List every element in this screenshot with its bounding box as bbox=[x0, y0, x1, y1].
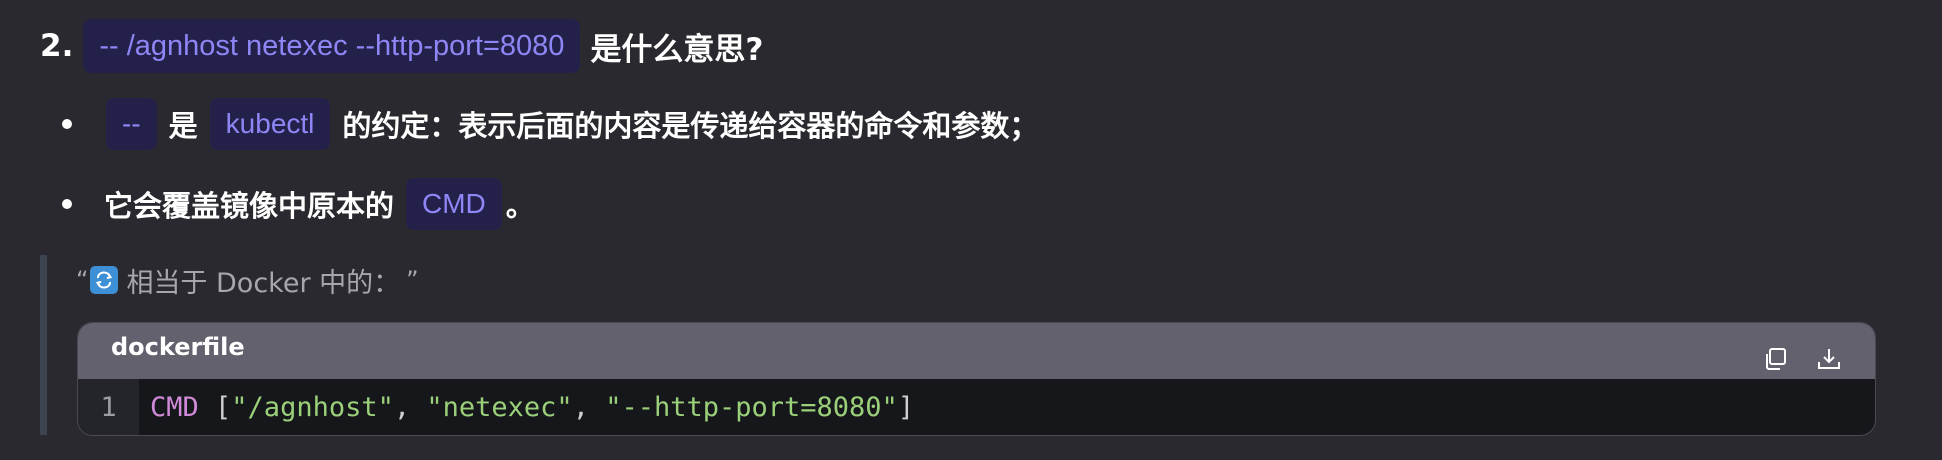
bullet-dot bbox=[62, 119, 72, 129]
code-string: "--http-port=8080" bbox=[605, 391, 898, 423]
section-heading: 2. -- /agnhost netexec --http-port=8080 … bbox=[40, 18, 763, 74]
quote-open-mark: “ bbox=[76, 266, 89, 294]
code-block: dockerfile 1 CMD ["/agnhost", "netexec",… bbox=[77, 322, 1876, 436]
code-punctuation: [ bbox=[198, 391, 232, 423]
bullet-text: 的约定：表示后面的内容是传递给容器的命令和参数； bbox=[342, 109, 1039, 143]
inline-code-cmd: CMD bbox=[406, 178, 502, 230]
bullet-dot bbox=[62, 199, 72, 209]
list-item: -- 是 kubectl 的约定：表示后面的内容是传递给容器的命令和参数； bbox=[62, 98, 1048, 150]
code-punctuation: , bbox=[393, 391, 427, 423]
blockquote-text: 相当于 Docker 中的： bbox=[126, 267, 401, 299]
copy-icon[interactable] bbox=[1759, 343, 1791, 375]
line-number: 1 bbox=[78, 379, 139, 435]
bullet-text: 是 bbox=[168, 109, 198, 143]
bullet-text: 。 bbox=[505, 189, 535, 223]
inline-code-kubectl: kubectl bbox=[209, 98, 331, 150]
repeat-icon bbox=[90, 266, 119, 294]
heading-number: 2. bbox=[40, 28, 74, 64]
blockquote: “ 相当于 Docker 中的： ” bbox=[76, 260, 419, 300]
code-keyword: CMD bbox=[150, 391, 199, 423]
code-string: "/agnhost" bbox=[231, 391, 394, 423]
blockquote-bar bbox=[40, 255, 47, 435]
code-punctuation: , bbox=[572, 391, 606, 423]
download-icon[interactable] bbox=[1813, 343, 1845, 375]
code-punctuation: ] bbox=[897, 391, 915, 423]
heading-inline-code: -- /agnhost netexec --http-port=8080 bbox=[83, 19, 581, 73]
code-block-header: dockerfile bbox=[78, 323, 1875, 379]
code-language-label: dockerfile bbox=[111, 333, 245, 361]
inline-code-dashes: -- bbox=[106, 98, 157, 150]
heading-text: 是什么意思? bbox=[590, 31, 764, 68]
bullet-text: 它会覆盖镜像中原本的 bbox=[104, 189, 395, 223]
code-line: 1 CMD ["/agnhost", "netexec", "--http-po… bbox=[78, 379, 1875, 435]
quote-close-mark: ” bbox=[406, 266, 419, 294]
code-actions bbox=[1759, 343, 1845, 375]
code-string: "netexec" bbox=[426, 391, 573, 423]
list-item: 它会覆盖镜像中原本的 CMD 。 bbox=[62, 178, 545, 230]
